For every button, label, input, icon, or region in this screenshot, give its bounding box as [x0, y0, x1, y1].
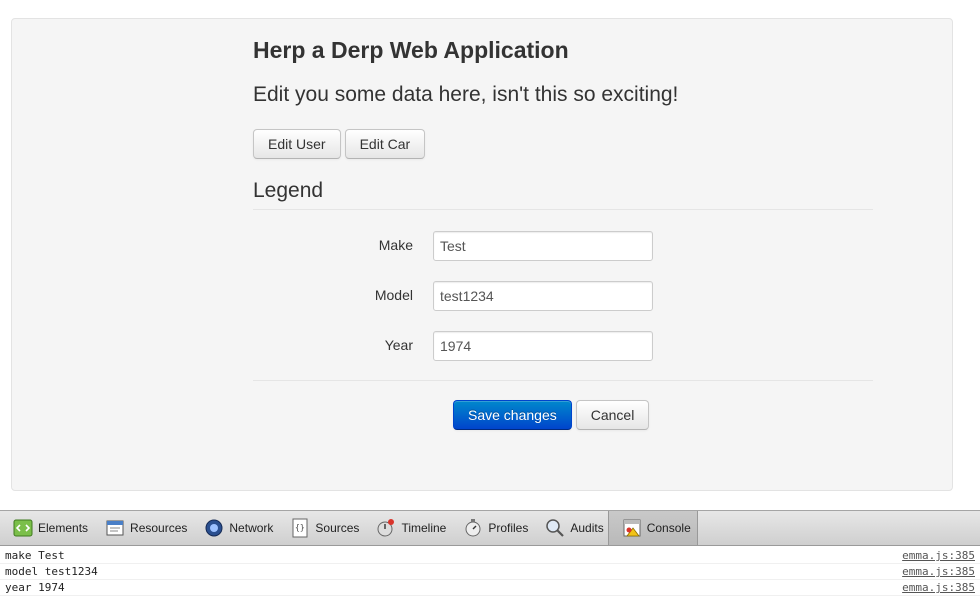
console-message: year 1974 — [5, 581, 65, 594]
tab-elements[interactable]: Elements — [0, 511, 92, 545]
tab-timeline-label: Timeline — [401, 521, 447, 535]
tab-audits-label: Audits — [570, 521, 604, 535]
console-source-link[interactable]: emma.js:385 — [902, 580, 975, 595]
tab-network-label: Network — [229, 521, 274, 535]
model-input[interactable] — [433, 281, 653, 311]
tab-console[interactable]: Console — [607, 511, 698, 545]
tab-audits[interactable]: Audits — [532, 511, 607, 545]
year-input[interactable] — [433, 331, 653, 361]
devtools-panel: Elements Resources Network {} Sources Ti… — [0, 510, 980, 609]
tab-resources[interactable]: Resources — [92, 511, 191, 545]
elements-icon — [12, 517, 34, 539]
year-label: Year — [384, 337, 413, 353]
console-source-link[interactable]: emma.js:385 — [902, 548, 975, 563]
resources-icon — [104, 517, 126, 539]
tab-profiles-label: Profiles — [488, 521, 529, 535]
console-source-link[interactable]: emma.js:385 — [902, 564, 975, 579]
console-icon — [621, 517, 643, 539]
edit-user-button[interactable]: Edit User — [253, 129, 341, 159]
edit-button-group: Edit User Edit Car — [253, 129, 426, 159]
tab-resources-label: Resources — [130, 521, 188, 535]
model-row: Model — [253, 281, 873, 311]
app-lead: Edit you some data here, isn't this so e… — [253, 83, 679, 106]
network-icon — [203, 517, 225, 539]
tab-timeline[interactable]: Timeline — [363, 511, 450, 545]
cancel-button[interactable]: Cancel — [575, 400, 650, 430]
edit-car-button[interactable]: Edit Car — [344, 129, 426, 159]
audits-icon — [544, 517, 566, 539]
devtools-tabs: Elements Resources Network {} Sources Ti… — [0, 511, 698, 547]
profiles-icon — [462, 517, 484, 539]
make-label: Make — [378, 237, 413, 253]
save-changes-button[interactable]: Save changes — [453, 400, 572, 430]
form-actions: Save changes Cancel — [253, 380, 873, 450]
year-row: Year — [253, 331, 873, 361]
console-message: model test1234 — [5, 565, 98, 578]
tab-sources[interactable]: {} Sources — [277, 511, 363, 545]
tab-network[interactable]: Network — [191, 511, 277, 545]
sources-icon: {} — [289, 517, 311, 539]
make-input[interactable] — [433, 231, 653, 261]
form-legend: Legend — [253, 178, 873, 210]
console-log: make Test emma.js:385 model test1234 emm… — [0, 548, 980, 596]
actions-group: Save changes Cancel — [453, 400, 650, 430]
page-well: Herp a Derp Web Application Edit you som… — [11, 18, 953, 491]
devtools-toolbar: Elements Resources Network {} Sources Ti… — [0, 510, 980, 546]
console-row: make Test emma.js:385 — [0, 548, 980, 564]
tab-sources-label: Sources — [315, 521, 360, 535]
make-row: Make — [253, 231, 873, 261]
timeline-icon — [375, 517, 397, 539]
model-label: Model — [374, 287, 413, 303]
svg-text:{}: {} — [295, 523, 305, 532]
tab-console-label: Console — [646, 521, 691, 535]
tab-elements-label: Elements — [38, 521, 89, 535]
console-row: year 1974 emma.js:385 — [0, 580, 980, 596]
app-title: Herp a Derp Web Application — [253, 37, 569, 63]
tab-profiles[interactable]: Profiles — [450, 511, 532, 545]
console-row: model test1234 emma.js:385 — [0, 564, 980, 580]
console-message: make Test — [5, 549, 65, 562]
